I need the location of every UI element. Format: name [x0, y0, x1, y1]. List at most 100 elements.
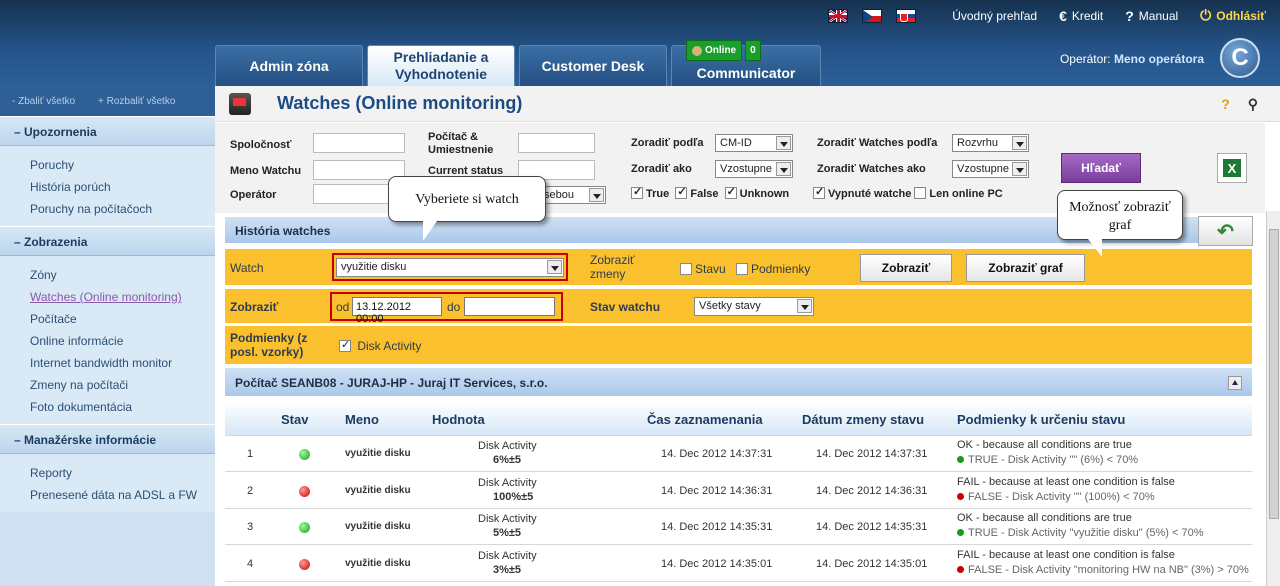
- to-label: do: [447, 300, 461, 314]
- show-button[interactable]: Zobraziť: [860, 254, 952, 282]
- sidebar-item-computer-faults[interactable]: Poruchy na počítačoch: [30, 198, 215, 220]
- hidden-select[interactable]: sebou: [539, 186, 606, 204]
- operator-name[interactable]: Meno operátora: [1114, 52, 1204, 66]
- col-name[interactable]: Meno: [345, 412, 379, 427]
- chevron-down-icon: [1012, 162, 1027, 176]
- value: 6%±5: [493, 454, 522, 466]
- export-excel-button[interactable]: X: [1217, 153, 1247, 183]
- table-row[interactable]: 4 využitie disku Disk Activity 3%±5 14. Dec …: [225, 546, 1252, 582]
- computer-input[interactable]: [518, 133, 595, 153]
- change-date: 14. Dec 2012 14:35:31: [816, 521, 928, 533]
- tab-admin-zone[interactable]: Admin zóna: [215, 45, 363, 86]
- online-pc-checkbox[interactable]: [914, 187, 927, 199]
- checkbox-group-status: True False Unknown: [631, 185, 789, 200]
- checkbox-group-options: Vypnuté watche Len online PC: [813, 185, 1003, 200]
- table-row[interactable]: 3 využitie disku Disk Activity 5%±5 14. Dec …: [225, 509, 1252, 545]
- recorded-time: 14. Dec 2012 14:35:01: [661, 558, 773, 570]
- sidebar-item-photos[interactable]: Foto dokumentácia: [30, 396, 215, 418]
- date-from-input[interactable]: 13.12.2012 00:00: [352, 297, 442, 325]
- display-label: Zobraziť: [230, 300, 279, 314]
- help-icon: ?: [1125, 7, 1134, 24]
- collapse-up-icon[interactable]: [1228, 376, 1242, 390]
- sidebar-item-changes[interactable]: Zmeny na počítači: [30, 374, 215, 396]
- sort-watches-how-select[interactable]: Vzostupne: [952, 160, 1029, 178]
- value-label: Disk Activity: [478, 477, 537, 489]
- sort-by-select[interactable]: CM-ID: [715, 134, 793, 152]
- col-value[interactable]: Hodnota: [432, 412, 485, 427]
- search-button[interactable]: Hľadať: [1061, 153, 1141, 183]
- condition-result: FAIL - because at least one condition is…: [957, 549, 1175, 561]
- help-icon[interactable]: ?: [1221, 96, 1230, 112]
- sidebar-item-transferred-data[interactable]: Prenesené dáta na ADSL a FW: [30, 484, 215, 506]
- tab-browse-evaluate[interactable]: Prehliadanie a Vyhodnotenie: [367, 45, 515, 86]
- col-change-date[interactable]: Dátum zmeny stavu: [802, 412, 924, 427]
- tab-customer-desk[interactable]: Customer Desk: [519, 45, 667, 86]
- sidebar-item-reports[interactable]: Reporty: [30, 462, 215, 484]
- chevron-down-icon: [797, 299, 812, 313]
- col-recorded-time[interactable]: Čas zaznamenania: [647, 412, 763, 427]
- sidebar-item-watches[interactable]: Watches (Online monitoring): [30, 286, 215, 308]
- sort-how-select[interactable]: Vzostupne: [715, 160, 793, 178]
- show-graph-button[interactable]: Zobraziť graf: [966, 254, 1085, 282]
- uk-flag-icon[interactable]: [828, 8, 849, 23]
- status-green-icon: [299, 449, 310, 460]
- status-checkbox-wrap: Stavu: [680, 262, 726, 276]
- back-button[interactable]: ↶: [1198, 216, 1253, 246]
- app-logo[interactable]: C: [1220, 38, 1260, 78]
- col-conditions[interactable]: Podmienky k určeniu stavu: [957, 412, 1125, 427]
- sort-how-label: Zoradiť ako: [631, 163, 692, 175]
- expand-all-link[interactable]: + Rozbaliť všetko: [98, 96, 175, 107]
- company-input[interactable]: [313, 133, 405, 153]
- sidebar-item-faults[interactable]: Poruchy: [30, 154, 215, 176]
- date-to-input[interactable]: [464, 297, 555, 316]
- vertical-scrollbar[interactable]: [1266, 211, 1280, 586]
- sidebar: - Zbaliť všetko + Rozbaliť všetko Upozor…: [0, 86, 215, 586]
- link-credit[interactable]: € Kredit: [1059, 8, 1103, 24]
- sort-watches-by-select[interactable]: Rozvrhu: [952, 134, 1029, 152]
- table-row[interactable]: 1 využitie disku Disk Activity 6%±5 14. Dec …: [225, 436, 1252, 472]
- power-icon: ⏻: [1200, 7, 1212, 23]
- disabled-watches-checkbox[interactable]: [813, 185, 825, 199]
- sidebar-section-alerts[interactable]: Upozornenia: [0, 116, 215, 146]
- sidebar-item-computers[interactable]: Počítače: [30, 308, 215, 330]
- status-red-icon: [299, 486, 310, 497]
- unknown-checkbox[interactable]: [724, 185, 737, 199]
- table-row[interactable]: 2 využitie disku Disk Activity 100%±5 14. De…: [225, 473, 1252, 509]
- tab-communicator[interactable]: Online 0 Communicator: [671, 40, 821, 86]
- sidebar-item-online-info[interactable]: Online informácie: [30, 330, 215, 352]
- sidebar-section-management[interactable]: Manažérske informácie: [0, 424, 215, 454]
- recorded-time: 14. Dec 2012 14:36:31: [661, 485, 773, 497]
- company-label: Spoločnosť: [230, 139, 292, 151]
- link-overview[interactable]: Úvodný prehľad: [952, 9, 1037, 23]
- status-red-icon: [957, 493, 964, 500]
- watch-select[interactable]: využitie disku: [336, 258, 564, 277]
- status-green-icon: [957, 529, 964, 536]
- sidebar-section-views[interactable]: Zobrazenia: [0, 226, 215, 256]
- sidebar-list-management: Reporty Prenesené dáta na ADSL a FW: [0, 454, 215, 512]
- watch-status-select[interactable]: Všetky stavy: [694, 297, 814, 316]
- link-logout[interactable]: ⏻ Odhlásiť: [1200, 7, 1266, 24]
- value-label: Disk Activity: [478, 440, 537, 452]
- scrollbar-thumb[interactable]: [1269, 229, 1279, 519]
- change-date: 14. Dec 2012 14:36:31: [816, 485, 928, 497]
- collapse-all-link[interactable]: - Zbaliť všetko: [12, 96, 75, 107]
- sidebar-toggle-bar: - Zbaliť všetko + Rozbaliť všetko: [0, 86, 215, 116]
- search-icon[interactable]: ⚲: [1248, 96, 1258, 112]
- status-red-icon: [299, 559, 310, 570]
- sidebar-item-zones[interactable]: Zóny: [30, 264, 215, 286]
- true-checkbox[interactable]: [631, 185, 643, 199]
- row-number: 3: [247, 521, 254, 533]
- sidebar-item-bandwidth[interactable]: Internet bandwidth monitor: [30, 352, 215, 374]
- row-number: 2: [247, 485, 254, 497]
- value-label: Disk Activity: [478, 513, 537, 525]
- cz-flag-icon[interactable]: [862, 8, 883, 23]
- link-manual[interactable]: ? Manual: [1125, 8, 1178, 24]
- col-status[interactable]: Stav: [281, 412, 308, 427]
- sidebar-item-fault-history[interactable]: História porúch: [30, 176, 215, 198]
- false-checkbox[interactable]: [675, 185, 688, 199]
- disk-activity-checkbox[interactable]: [339, 338, 351, 352]
- value: 5%±5: [493, 527, 522, 539]
- status-checkbox[interactable]: [680, 263, 692, 275]
- conditions-checkbox[interactable]: [736, 263, 748, 275]
- sk-flag-icon[interactable]: [896, 8, 917, 23]
